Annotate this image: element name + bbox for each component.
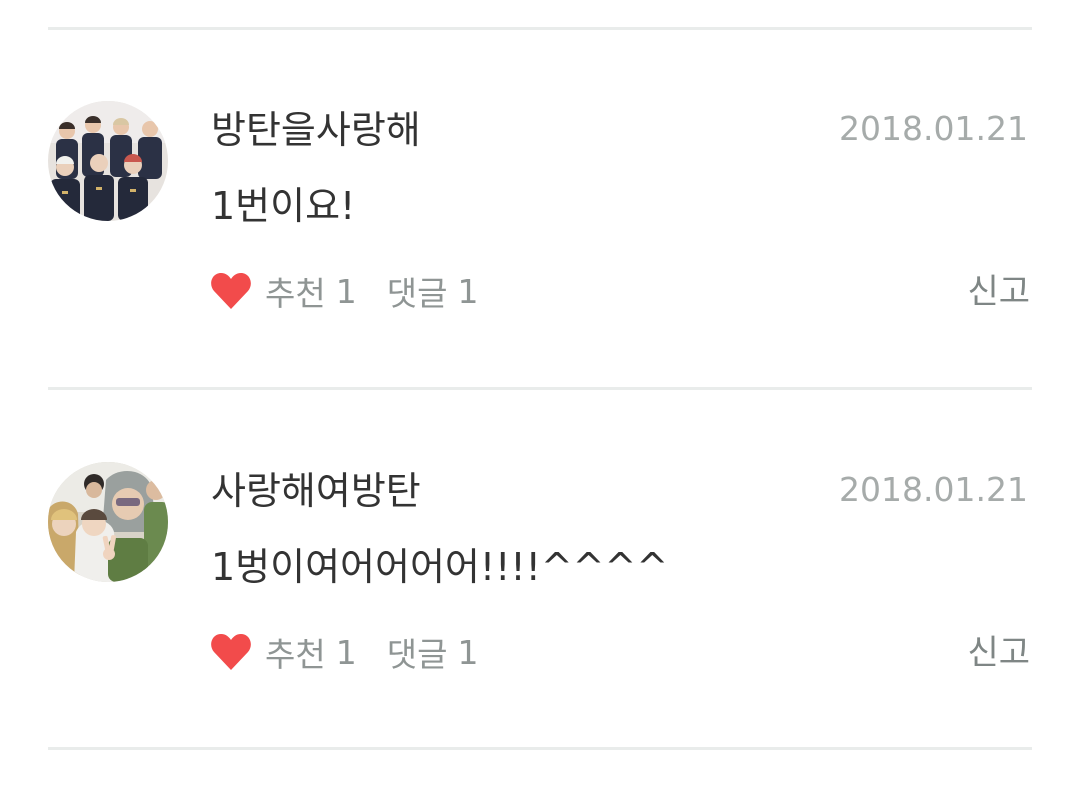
- comment-item: 사랑해여방탄 2018.01.21 1벙이여어어어어!!!!^^^^ 추천 1 …: [0, 390, 1080, 748]
- bottom-divider: [48, 747, 1032, 750]
- avatar-image: [48, 462, 168, 582]
- comment-date: 2018.01.21: [839, 470, 1028, 509]
- reply-button[interactable]: 댓글 1: [387, 628, 479, 676]
- reply-count: 1: [457, 632, 479, 672]
- avatar[interactable]: [48, 101, 168, 221]
- comment-author[interactable]: 방탄을사랑해: [211, 104, 421, 156]
- like-button[interactable]: 추천 1: [209, 267, 357, 315]
- report-button[interactable]: 신고: [967, 268, 1030, 316]
- reply-button[interactable]: 댓글 1: [387, 267, 479, 315]
- like-label: 추천: [265, 635, 326, 674]
- heart-icon: [211, 273, 251, 309]
- avatar[interactable]: [48, 462, 168, 582]
- report-button[interactable]: 신고: [967, 629, 1030, 677]
- avatar-image: [48, 101, 168, 221]
- like-count: 1: [335, 271, 357, 311]
- reply-count: 1: [457, 271, 479, 311]
- comment-actions: 추천 1 댓글 1: [209, 265, 478, 317]
- comment-item: 방탄을사랑해 2018.01.21 1번이요! 추천 1 댓글 1 신고: [0, 30, 1080, 388]
- like-button[interactable]: 추천 1: [209, 628, 357, 676]
- comment-text: 1번이요!: [211, 184, 356, 228]
- comment-author[interactable]: 사랑해여방탄: [211, 465, 421, 517]
- comment-text: 1벙이여어어어어!!!!^^^^: [211, 545, 669, 589]
- like-label: 추천: [265, 274, 326, 313]
- comment-actions: 추천 1 댓글 1: [209, 626, 478, 678]
- like-count: 1: [335, 632, 357, 672]
- reply-label: 댓글: [386, 274, 448, 313]
- reply-label: 댓글: [386, 635, 448, 674]
- heart-icon: [211, 634, 251, 670]
- comment-date: 2018.01.21: [839, 109, 1028, 148]
